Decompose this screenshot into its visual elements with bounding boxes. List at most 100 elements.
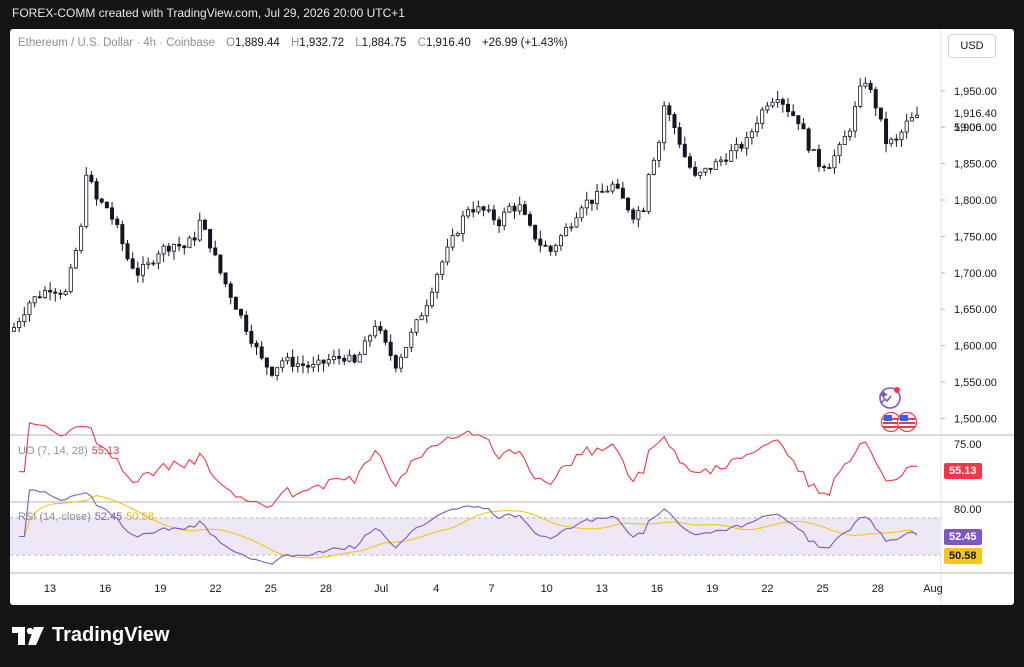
change-value: +26.99 (+1.43%) (481, 37, 568, 49)
candle-body (589, 199, 594, 204)
candle-body (388, 341, 393, 356)
candle-body (79, 225, 84, 251)
candle-body (873, 89, 878, 109)
uo-pane-title[interactable]: UO (7, 14, 28) 55.13 (18, 445, 119, 457)
candle-body (791, 111, 796, 116)
candle-body (626, 197, 631, 211)
time-tick-label: 13 (44, 583, 56, 595)
chart-frame[interactable]: 1,500.00 1,550.00 1,600.00 1,650.00 1,700.00… (10, 29, 1014, 605)
candle-body (569, 226, 574, 229)
logo-text: TradingView (52, 624, 170, 646)
candle-body (615, 183, 620, 189)
candle-body (12, 327, 17, 332)
candle-body (192, 237, 197, 241)
time-tick-label: Aug (923, 583, 943, 595)
time-tick-label: 7 (488, 583, 494, 595)
time-tick-label: Jul (374, 583, 388, 595)
candle-body (502, 211, 507, 227)
candle-body (780, 99, 785, 105)
sparkle-icon[interactable] (876, 385, 902, 411)
candle-body (863, 82, 868, 87)
candle-body (424, 305, 429, 317)
time-tick-label: 13 (596, 583, 608, 595)
candle-body (357, 354, 362, 363)
candle-body (228, 283, 233, 298)
candle-body (378, 326, 383, 331)
price-tick-label: 1,500.00 (954, 413, 997, 425)
candle-body (657, 142, 662, 161)
candle-body (827, 167, 832, 169)
candle-body (651, 159, 656, 175)
candle-body (244, 314, 249, 332)
candle-body (63, 291, 68, 295)
candle-body (677, 127, 682, 145)
rsi-axis-top: 80.00 (954, 504, 982, 516)
candle-body (770, 101, 775, 107)
time-tick-label: 25 (817, 583, 829, 595)
candle-body (595, 190, 600, 204)
candle-body (259, 346, 264, 359)
symbol-title[interactable]: Ethereum / U.S. Dollar · 4h · Coinbase (18, 37, 215, 49)
close-key: C (417, 37, 426, 49)
price-tick-label: 1,600.00 (954, 341, 997, 353)
candle-body (801, 123, 806, 130)
candle-body (909, 117, 914, 122)
candle-body (703, 167, 708, 173)
candle-body (497, 219, 502, 227)
rsi-ma-badge: 50.58 (944, 548, 982, 564)
candle-body (631, 209, 636, 220)
time-tick-label: 19 (706, 583, 718, 595)
candle-body (853, 106, 858, 132)
candle-body (600, 190, 605, 193)
close-value: 1,916.40 (425, 37, 471, 49)
candle-body (775, 99, 780, 103)
candle-body (89, 174, 94, 182)
candle-body (48, 290, 53, 293)
candle-body (620, 187, 625, 199)
candle-body (466, 209, 471, 217)
candle-body (42, 290, 47, 298)
candle-body (208, 229, 213, 249)
candle-body (275, 367, 280, 376)
price-tick-label: 1,700.00 (954, 268, 997, 280)
tradingview-logo-icon (12, 626, 44, 645)
candle-body (156, 253, 161, 264)
candle-body (822, 166, 827, 168)
candle-body (641, 210, 646, 213)
candle-body (460, 215, 465, 234)
candle-body (574, 217, 579, 228)
currency-button[interactable]: USD (948, 34, 996, 58)
candle-body (213, 247, 218, 256)
candle-body (605, 190, 610, 193)
time-tick-label: 28 (320, 583, 332, 595)
candle-body (755, 122, 760, 133)
candle-body (151, 262, 156, 265)
price-tick-label: 1,850.00 (954, 159, 997, 171)
candle-body (197, 219, 202, 241)
time-tick-label: 19 (154, 583, 166, 595)
chart-canvas[interactable]: 1,500.00 1,550.00 1,600.00 1,650.00 1,700.00… (10, 29, 1014, 605)
candle-body (667, 105, 672, 115)
price-tick-label: 1,550.00 (954, 377, 997, 389)
time-tick-label: 4 (433, 583, 439, 595)
uo-title: UO (7, 14, 28) (18, 445, 88, 457)
candle-body (476, 206, 481, 213)
candle-body (662, 105, 667, 144)
candle-body (713, 160, 718, 170)
candle-body (32, 296, 37, 304)
rsi-pane-title[interactable]: RSI (14, close) 52.45 50.58 (18, 511, 154, 523)
candle-body (837, 144, 842, 157)
last-price-label: 1,916.40 59:06 (954, 107, 997, 135)
candle-body (915, 114, 920, 118)
candle-body (884, 118, 889, 145)
candle-body (445, 246, 450, 263)
us-flag-events-icon[interactable] (880, 411, 920, 433)
candle-body (672, 114, 677, 128)
candle-body (177, 243, 182, 247)
candle-body (440, 261, 445, 275)
candle-body (290, 356, 295, 367)
tradingview-logo[interactable]: TradingView (12, 624, 169, 647)
high-value: 1,932.72 (299, 37, 345, 49)
time-tick-label: 28 (872, 583, 884, 595)
candle-body (564, 227, 569, 237)
